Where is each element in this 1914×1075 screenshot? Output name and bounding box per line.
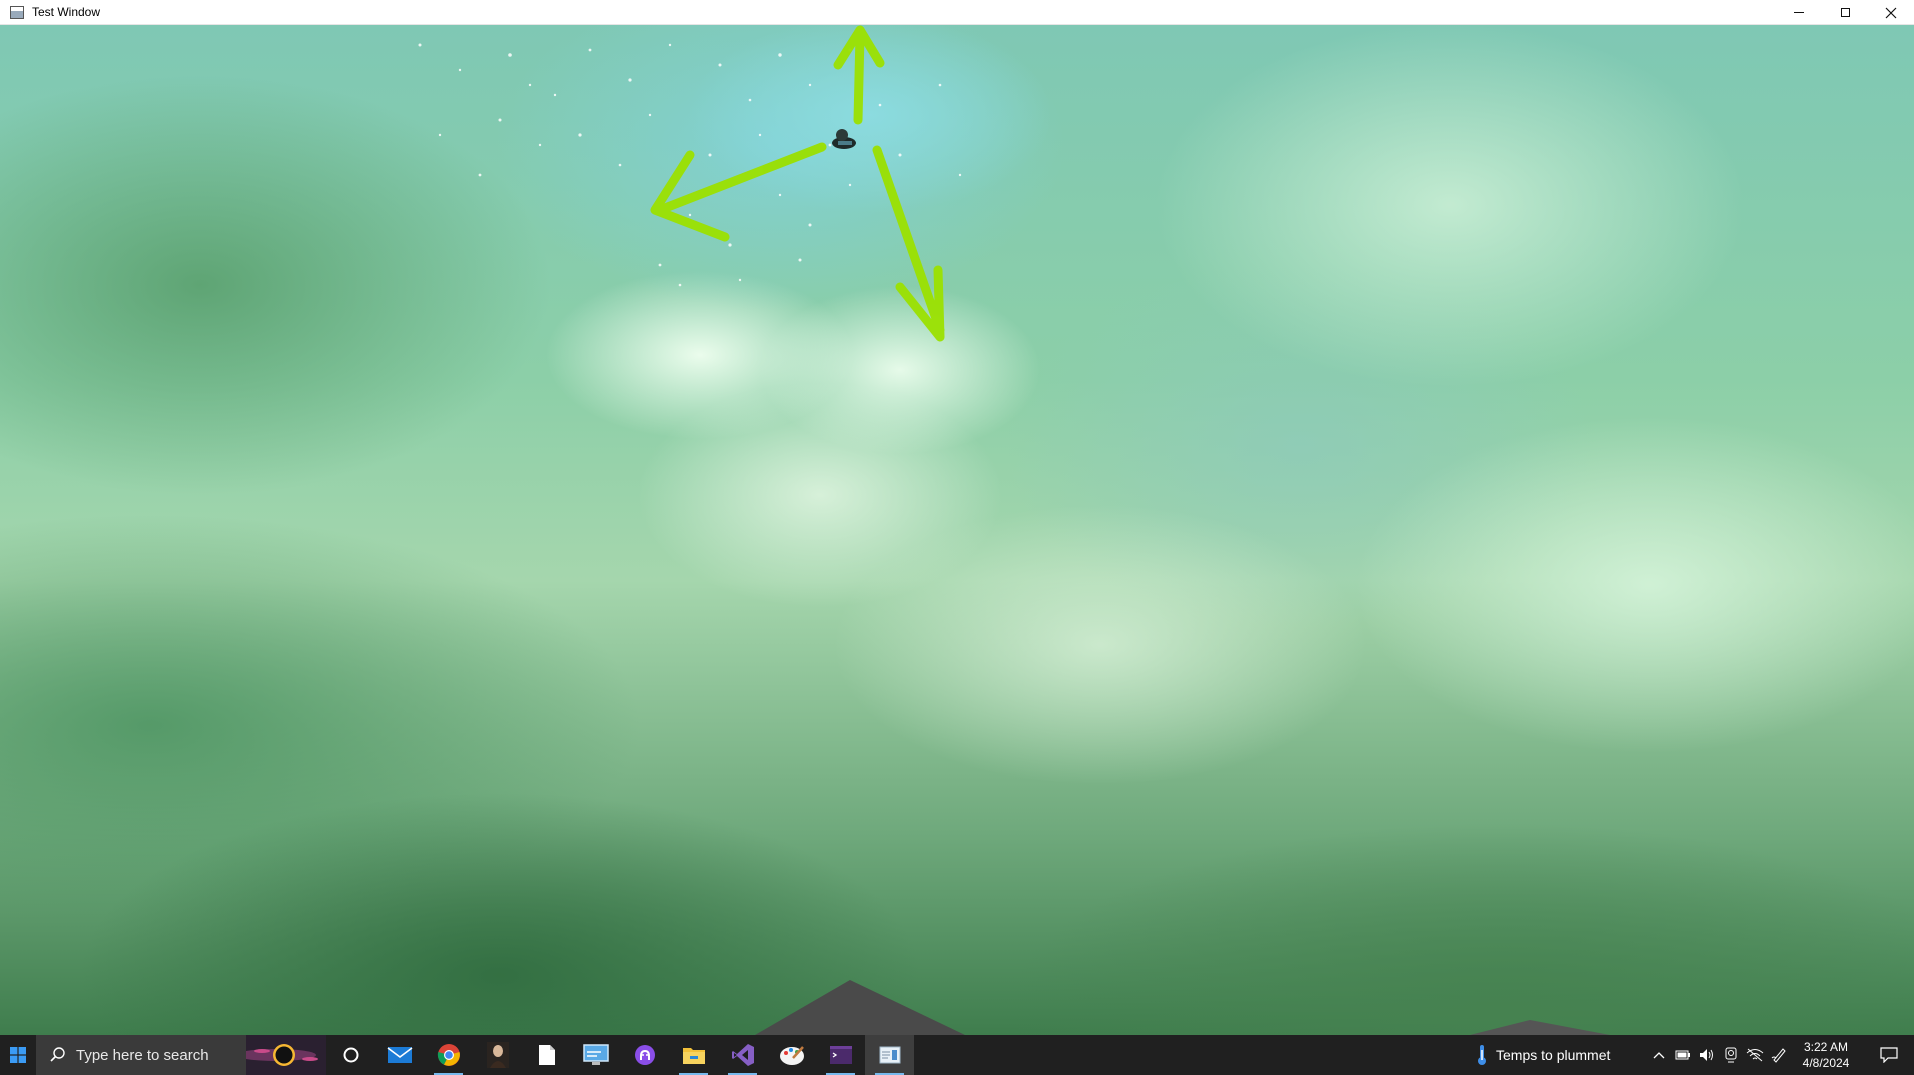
paint-icon (779, 1046, 804, 1065)
window-icon (879, 1046, 900, 1064)
game-viewport[interactable] (0, 25, 1914, 1035)
close-icon (1885, 7, 1897, 18)
search-icon (50, 1047, 65, 1062)
taskbar-app-terminal[interactable] (816, 1035, 865, 1075)
taskbar-app-chrome[interactable] (424, 1035, 473, 1075)
battery-button[interactable] (1671, 1035, 1695, 1075)
maximize-icon (1840, 8, 1850, 17)
volume-button[interactable] (1695, 1035, 1719, 1075)
pen-icon (1771, 1048, 1786, 1063)
clock-date: 4/8/2024 (1802, 1056, 1850, 1070)
taskbar-app-remote-desktop[interactable] (571, 1035, 620, 1075)
thermometer-icon (1478, 1045, 1486, 1065)
wifi-off-icon (1746, 1048, 1764, 1062)
task-view-button[interactable] (326, 1035, 375, 1075)
weather-widget[interactable]: Temps to plummet (1476, 1035, 1610, 1075)
window-title: Test Window (32, 5, 101, 19)
search-box[interactable]: Type here to search (36, 1035, 326, 1075)
system-tray (1647, 1035, 1791, 1075)
action-center-button[interactable] (1864, 1035, 1914, 1075)
arrow-up (833, 25, 885, 125)
battery-icon (1675, 1050, 1690, 1060)
terminal-icon (829, 1046, 852, 1064)
taskbar-pinned-apps (326, 1035, 914, 1075)
window-app-icon[interactable] (10, 5, 24, 19)
document-icon (538, 1045, 555, 1065)
arrow-down (872, 145, 945, 342)
mail-icon (387, 1047, 412, 1063)
taskbar-app-portrait[interactable] (473, 1035, 522, 1075)
webcam-button[interactable] (1719, 1035, 1743, 1075)
taskbar-app-file-explorer[interactable] (669, 1035, 718, 1075)
portrait-icon (486, 1042, 509, 1068)
player-character (832, 129, 856, 149)
windows-logo-icon (10, 1047, 26, 1063)
github-icon (634, 1045, 655, 1065)
window-controls (1776, 0, 1914, 25)
cortana-circle-icon (343, 1047, 358, 1063)
close-button[interactable] (1868, 0, 1914, 25)
webcam-icon (1725, 1047, 1737, 1063)
remote-desktop-icon (582, 1044, 609, 1065)
show-hidden-icons-button[interactable] (1647, 1035, 1671, 1075)
taskbar-app-github[interactable] (620, 1035, 669, 1075)
chevron-up-icon (1653, 1052, 1665, 1059)
taskbar-app-notepad[interactable] (522, 1035, 571, 1075)
taskbar: Type here to search Temps to plummet 3:2… (0, 1035, 1914, 1075)
minimize-icon (1794, 12, 1804, 13)
taskbar-app-paint[interactable] (767, 1035, 816, 1075)
speaker-icon (1700, 1049, 1713, 1061)
minimize-button[interactable] (1776, 0, 1822, 25)
weather-label: Temps to plummet (1496, 1047, 1611, 1063)
notification-icon (1880, 1047, 1898, 1063)
taskbar-app-mail[interactable] (375, 1035, 424, 1075)
clock-time: 3:22 AM (1803, 1040, 1849, 1054)
maximize-button[interactable] (1822, 0, 1868, 25)
folder-icon (682, 1048, 705, 1064)
pen-button[interactable] (1767, 1035, 1791, 1075)
taskbar-app-visual-studio[interactable] (718, 1035, 767, 1075)
network-button[interactable] (1743, 1035, 1767, 1075)
chrome-icon (437, 1044, 460, 1066)
taskbar-clock[interactable]: 3:22 AM 4/8/2024 (1790, 1035, 1862, 1075)
arrow-left (650, 142, 827, 242)
start-button[interactable] (0, 1035, 36, 1075)
taskbar-app-test-window[interactable] (865, 1035, 914, 1075)
visual-studio-icon (731, 1044, 754, 1066)
direction-arrows (650, 25, 945, 342)
title-bar[interactable]: Test Window (0, 0, 1914, 25)
eclipse-search-highlight-icon[interactable] (246, 1035, 326, 1075)
search-placeholder: Type here to search (76, 1046, 209, 1064)
